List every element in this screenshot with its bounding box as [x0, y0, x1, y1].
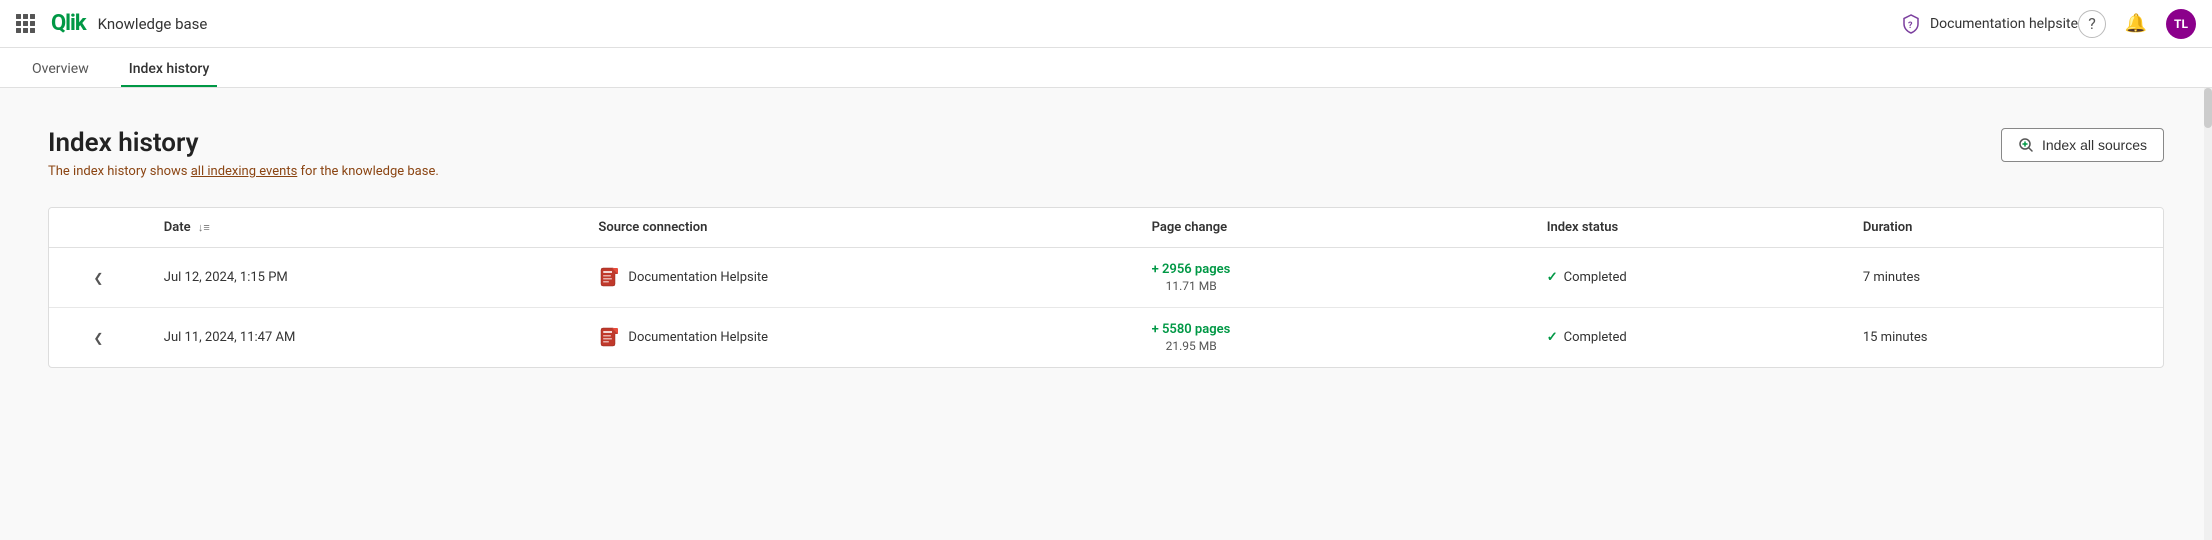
- expand-cell: ❮: [49, 248, 148, 308]
- scrollbar-track[interactable]: [2204, 88, 2212, 540]
- date-cell: Jul 12, 2024, 1:15 PM: [148, 248, 583, 308]
- pagechange-cell: + 5580 pages 21.95 MB: [1136, 308, 1531, 368]
- expand-chevron-0[interactable]: ❮: [65, 271, 132, 285]
- index-btn-label: Index all sources: [2042, 137, 2147, 153]
- table-header-row: Date ↓≡ Source connection Page change In…: [49, 208, 2163, 248]
- source-name: Documentation Helpsite: [628, 330, 768, 345]
- expand-chevron-1[interactable]: ❮: [65, 331, 132, 345]
- topbar-center: ? Documentation helpsite: [1900, 13, 2078, 35]
- topbar-left: Qlik Knowledge base: [16, 11, 1900, 36]
- col-header-duration: Duration: [1847, 208, 2163, 248]
- source-icon: [598, 327, 620, 349]
- col-header-pagechange: Page change: [1136, 208, 1531, 248]
- status-completed: ✓ Completed: [1547, 330, 1831, 345]
- subnav: Overview Index history: [0, 48, 2212, 88]
- subtitle-link[interactable]: all indexing events: [191, 164, 298, 179]
- duration-cell: 7 minutes: [1847, 248, 2163, 308]
- notifications-button[interactable]: 🔔: [2122, 10, 2150, 38]
- center-label: Documentation helpsite: [1930, 16, 2078, 32]
- status-label: Completed: [1564, 330, 1627, 345]
- status-label: Completed: [1564, 270, 1627, 285]
- page-header: Index history The index history shows al…: [48, 128, 2164, 179]
- topbar: Qlik Knowledge base ? Documentation help…: [0, 0, 2212, 48]
- expand-cell: ❮: [49, 308, 148, 368]
- page-title: Index history: [48, 128, 439, 158]
- col-header-expand: [49, 208, 148, 248]
- helpsite-icon: ?: [1900, 13, 1922, 35]
- app-title: Knowledge base: [98, 15, 208, 33]
- scrollbar-thumb[interactable]: [2204, 88, 2212, 128]
- help-button[interactable]: ?: [2078, 10, 2106, 38]
- topbar-right: ? 🔔 TL: [2078, 9, 2196, 39]
- page-change-size: 11.71 MB: [1152, 279, 1515, 293]
- page-change-add: + 2956 pages: [1152, 262, 1231, 277]
- index-history-table: Date ↓≡ Source connection Page change In…: [48, 207, 2164, 368]
- table-row: ❮ Jul 12, 2024, 1:15 PM Documentation He…: [49, 248, 2163, 308]
- svg-text:?: ?: [1908, 21, 1913, 31]
- user-avatar[interactable]: TL: [2166, 9, 2196, 39]
- date-cell: Jul 11, 2024, 11:47 AM: [148, 308, 583, 368]
- tab-overview[interactable]: Overview: [24, 61, 97, 87]
- status-completed: ✓ Completed: [1547, 270, 1831, 285]
- status-cell: ✓ Completed: [1531, 248, 1847, 308]
- page-title-area: Index history The index history shows al…: [48, 128, 439, 179]
- duration-cell: 15 minutes: [1847, 308, 2163, 368]
- sort-icon: ↓≡: [198, 221, 210, 234]
- source-cell: Documentation Helpsite: [582, 308, 1135, 368]
- index-all-sources-button[interactable]: Index all sources: [2001, 128, 2164, 162]
- index-btn-icon: [2018, 137, 2034, 153]
- tab-index-history[interactable]: Index history: [121, 61, 218, 87]
- check-icon: ✓: [1547, 270, 1558, 285]
- check-icon: ✓: [1547, 330, 1558, 345]
- pagechange-cell: + 2956 pages 11.71 MB: [1136, 248, 1531, 308]
- qlik-logo: Qlik: [51, 11, 86, 36]
- page-change-add: + 5580 pages: [1152, 322, 1231, 337]
- source-cell: Documentation Helpsite: [582, 248, 1135, 308]
- main-content: Index history The index history shows al…: [0, 88, 2212, 540]
- col-header-status: Index status: [1531, 208, 1847, 248]
- status-cell: ✓ Completed: [1531, 308, 1847, 368]
- table-row: ❮ Jul 11, 2024, 11:47 AM Documentation H…: [49, 308, 2163, 368]
- source-name: Documentation Helpsite: [628, 270, 768, 285]
- source-icon: [598, 267, 620, 289]
- grid-menu-icon[interactable]: [16, 14, 35, 33]
- col-header-date[interactable]: Date ↓≡: [148, 208, 583, 248]
- page-subtitle: The index history shows all indexing eve…: [48, 164, 439, 179]
- page-change-size: 21.95 MB: [1152, 339, 1515, 353]
- col-header-source: Source connection: [582, 208, 1135, 248]
